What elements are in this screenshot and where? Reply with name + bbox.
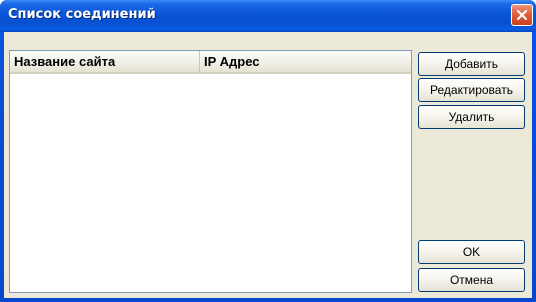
close-icon [516, 9, 528, 21]
add-button[interactable]: Добавить [418, 52, 525, 76]
dialog-body: Название сайта IP Адрес Добавить Редакти… [4, 32, 532, 298]
window-title: Список соединений [8, 7, 156, 22]
column-header-ip-address[interactable]: IP Адрес [200, 51, 411, 72]
column-header-site-name[interactable]: Название сайта [10, 51, 200, 72]
close-button[interactable] [511, 4, 533, 26]
cancel-button[interactable]: Отмена [418, 268, 525, 292]
title-bar[interactable]: Список соединений [0, 0, 536, 32]
list-header: Название сайта IP Адрес [10, 51, 411, 74]
delete-button[interactable]: Удалить [418, 105, 525, 129]
connections-list[interactable]: Название сайта IP Адрес [9, 50, 412, 293]
connections-dialog: Список соединений Название сайта IP Адре… [0, 0, 536, 302]
ok-button[interactable]: OK [418, 240, 525, 264]
edit-button[interactable]: Редактировать [418, 78, 525, 102]
